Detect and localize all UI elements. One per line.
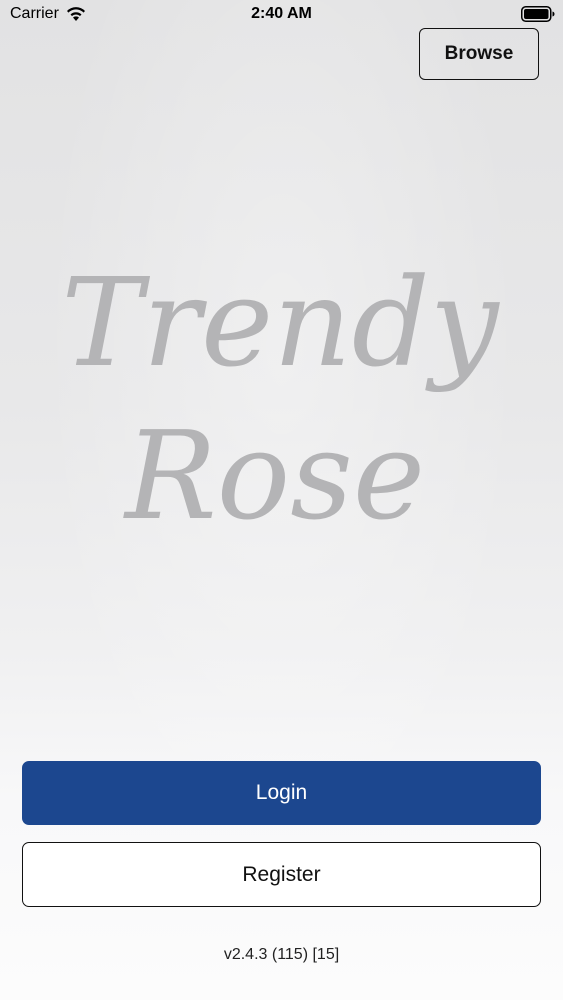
version-label: v2.4.3 (115) [15] <box>223 946 340 963</box>
battery-icon <box>521 6 555 22</box>
logo-line-2: Rose <box>123 405 425 547</box>
status-time: 2:40 AM <box>251 5 312 22</box>
logo-line-1: Trendy <box>61 252 500 394</box>
app-logo: Trendy Rose <box>61 252 500 547</box>
browse-button[interactable]: Browse <box>419 28 539 80</box>
login-button[interactable]: Login <box>22 761 541 825</box>
status-bar: Carrier 2:40 AM <box>0 0 563 30</box>
register-button[interactable]: Register <box>22 842 541 907</box>
welcome-screen: Carrier 2:40 AM Browse Trendy Rose Login… <box>0 0 563 1000</box>
